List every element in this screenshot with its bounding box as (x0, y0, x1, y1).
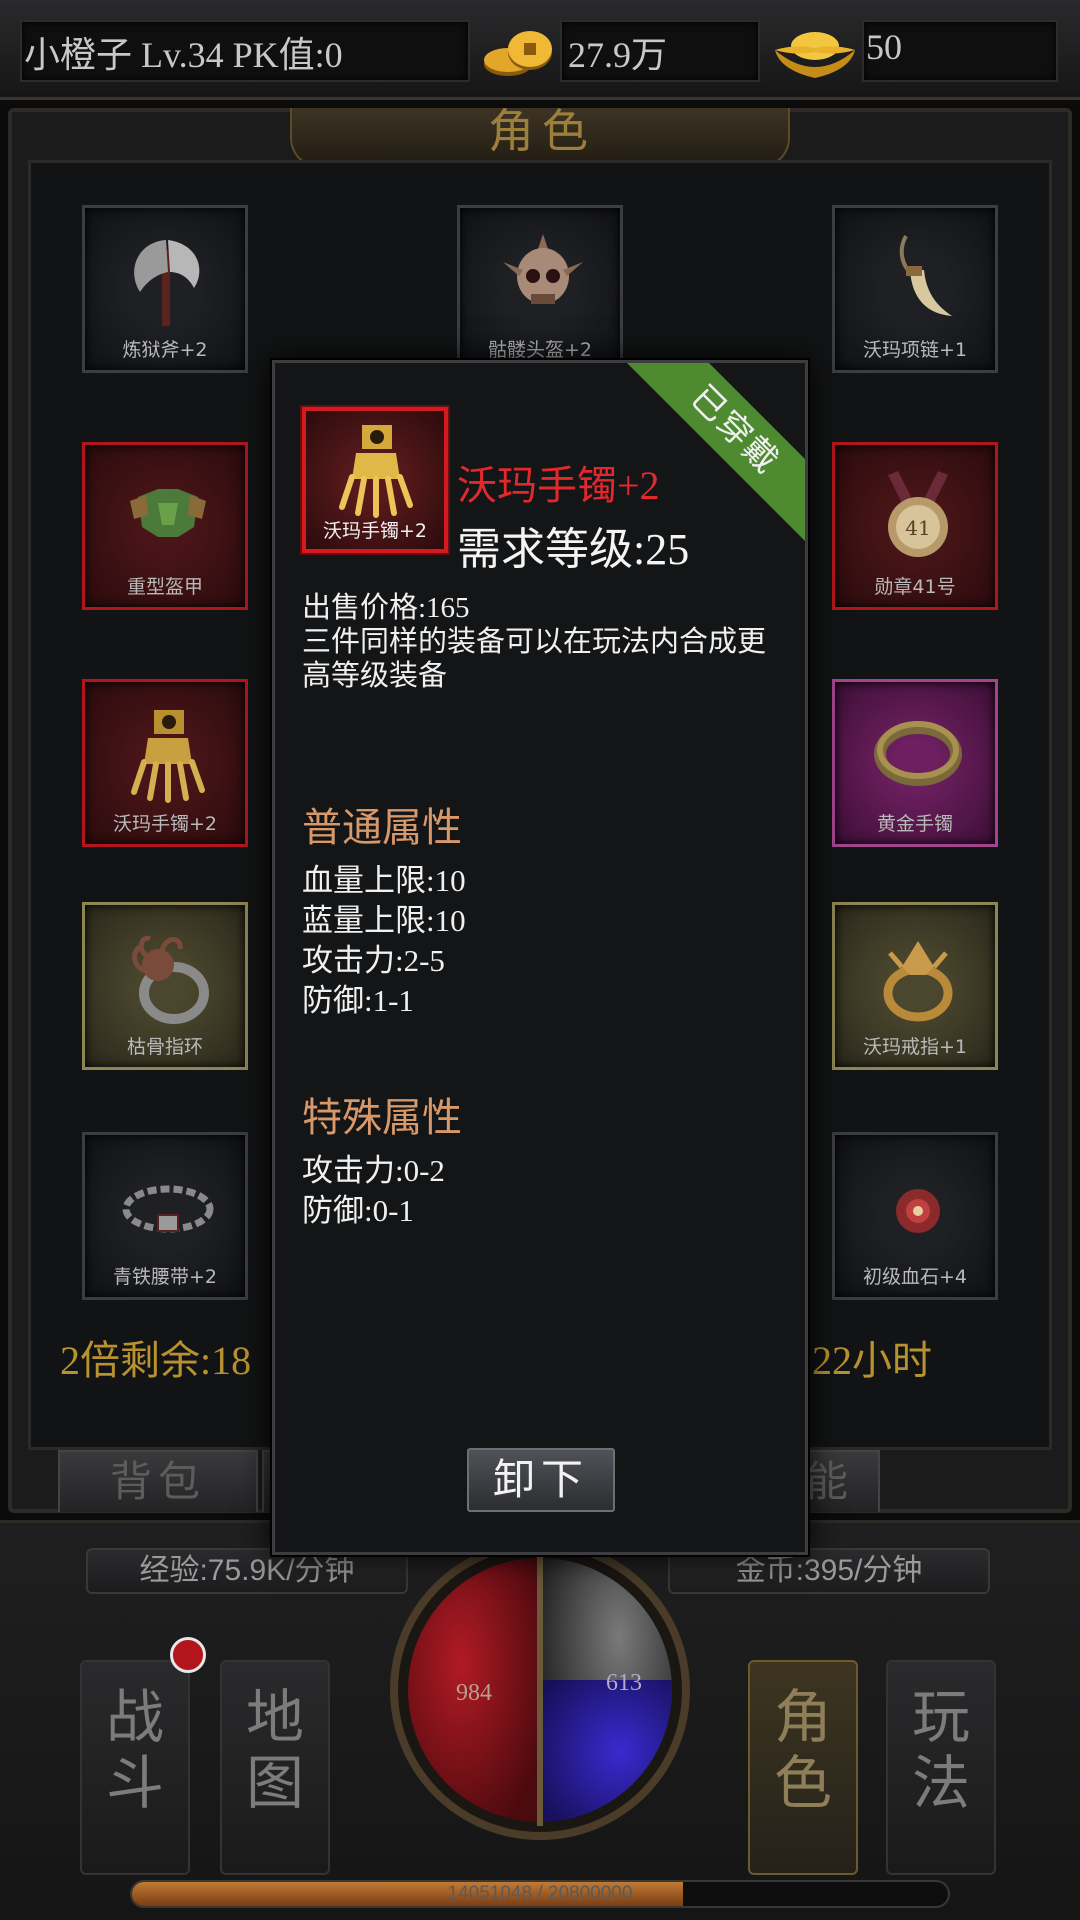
mp-fill (540, 1680, 672, 1822)
slot-label: 沃玛项链+1 (862, 339, 967, 361)
slot-ring-left[interactable]: 枯骨指环 (82, 902, 248, 1070)
nav-role-label-1: 角 (773, 1683, 832, 1751)
popup-item-slot: 沃玛手镯+2 (302, 407, 448, 553)
hp-mp-orb: 984 613 (380, 1540, 700, 1840)
special-stat: 防御:0-1 (302, 1193, 414, 1228)
nav-battle-button[interactable]: 战 斗 (80, 1660, 190, 1875)
slot-label: 沃玛戒指+1 (862, 1036, 967, 1058)
chain-belt-icon (118, 1157, 218, 1257)
slot-bracelet-left[interactable]: 沃玛手镯+2 (82, 679, 248, 847)
medal-icon: 41 (868, 467, 968, 567)
slot-helmet[interactable]: 骷髅头盔+2 (457, 205, 623, 373)
armor-icon (118, 467, 218, 567)
slot-necklace[interactable]: 沃玛项链+1 (832, 205, 998, 373)
exp-bar-text: 14051048 / 20800000 (447, 1883, 633, 1904)
exp-bar: 14051048 / 20800000 (130, 1880, 950, 1908)
slot-weapon[interactable]: 炼狱斧+2 (82, 205, 248, 373)
nav-role-button[interactable]: 角 色 (748, 1660, 858, 1875)
ingot-amount: 50 (866, 27, 902, 67)
double-exp-hours: 22小时 (812, 1338, 932, 1383)
hp-value: 984 (456, 1680, 492, 1706)
special-stat: 攻击力:0-2 (302, 1153, 445, 1188)
slot-ring-right[interactable]: 沃玛戒指+1 (832, 902, 998, 1070)
unequip-button[interactable]: 卸下 (467, 1448, 615, 1512)
nav-battle-label-1: 战 (105, 1683, 164, 1751)
nav-play-label-1: 玩 (911, 1683, 970, 1751)
sell-price: 出售价格:165 (302, 592, 470, 624)
svg-text:41: 41 (905, 516, 930, 540)
top-status-bar: 小橙子 Lv.34 PK值:0 27.9万 50 (0, 0, 1080, 100)
normal-stat: 防御:1-1 (302, 983, 414, 1018)
slot-label: 沃玛手镯+2 (112, 813, 217, 835)
nav-play-button[interactable]: 玩 法 (886, 1660, 996, 1875)
nav-role-label-2: 色 (773, 1749, 832, 1817)
item-name: 沃玛手镯+2 (457, 463, 660, 508)
nav-map-label-1: 地 (245, 1683, 304, 1751)
skeleton-glove-icon (326, 419, 426, 519)
slot-medal[interactable]: 41 勋章41号 (832, 442, 998, 610)
item-description-block: 出售价格:165 三件同样的装备可以在玩法内合成更高等级装备 (302, 591, 792, 693)
gold-ingot-icon (770, 22, 860, 84)
panel-title: 角色 (488, 108, 596, 152)
normal-stat: 攻击力:2-5 (302, 943, 445, 978)
player-info: 小橙子 Lv.34 PK值:0 (24, 35, 343, 75)
slot-gem[interactable]: 初级血石+4 (832, 1132, 998, 1300)
required-level: 需求等级:25 (457, 525, 690, 574)
slot-label: 黄金手镯 (876, 813, 953, 835)
normal-stat: 蓝量上限:10 (302, 903, 466, 938)
nav-map-label-2: 图 (245, 1749, 304, 1817)
normal-stat: 血量上限:10 (302, 863, 466, 898)
mp-value: 613 (606, 1670, 642, 1696)
slot-belt[interactable]: 青铁腰带+2 (82, 1132, 248, 1300)
slot-label: 初级血石+4 (862, 1266, 967, 1288)
double-exp-remaining: 2倍剩余:18 (60, 1338, 252, 1383)
slot-bracelet-right[interactable]: 黄金手镯 (832, 679, 998, 847)
skeleton-glove-icon (118, 704, 218, 804)
blood-stone-icon (868, 1157, 968, 1257)
panel-header: 角色 (290, 108, 790, 168)
slot-label: 青铁腰带+2 (112, 1266, 217, 1288)
gold-coins-icon (480, 24, 560, 84)
slot-armor[interactable]: 重型盔甲 (82, 442, 248, 610)
gold-bracelet-icon (868, 704, 968, 804)
slot-label: 骷髅头盔+2 (487, 339, 592, 361)
octopus-ring-icon (118, 927, 218, 1027)
popup-slot-label: 沃玛手镯+2 (322, 520, 427, 542)
notification-dot (170, 1637, 206, 1673)
axe-icon (118, 230, 218, 330)
tab-bag[interactable]: 背包 (58, 1450, 258, 1512)
skull-helmet-icon (493, 230, 593, 330)
gold-amount: 27.9万 (568, 35, 668, 75)
fang-necklace-icon (868, 230, 968, 330)
normal-attributes-title: 普通属性 (302, 805, 462, 850)
slot-label: 重型盔甲 (126, 576, 203, 598)
special-attributes-title: 特殊属性 (302, 1095, 462, 1140)
slot-label: 勋章41号 (874, 576, 956, 598)
slot-label: 枯骨指环 (126, 1036, 203, 1058)
item-description: 三件同样的装备可以在玩法内合成更高等级装备 (302, 626, 767, 692)
nav-play-label-2: 法 (911, 1749, 970, 1817)
nav-battle-label-2: 斗 (105, 1749, 164, 1817)
dragon-ring-icon (868, 927, 968, 1027)
nav-map-button[interactable]: 地 图 (220, 1660, 330, 1875)
slot-label: 炼狱斧+2 (122, 339, 208, 361)
item-detail-popup: 已穿戴 沃玛手镯+2 沃玛手镯+2 需求等级:25 出售价格:165 三件同样的… (272, 360, 808, 1555)
